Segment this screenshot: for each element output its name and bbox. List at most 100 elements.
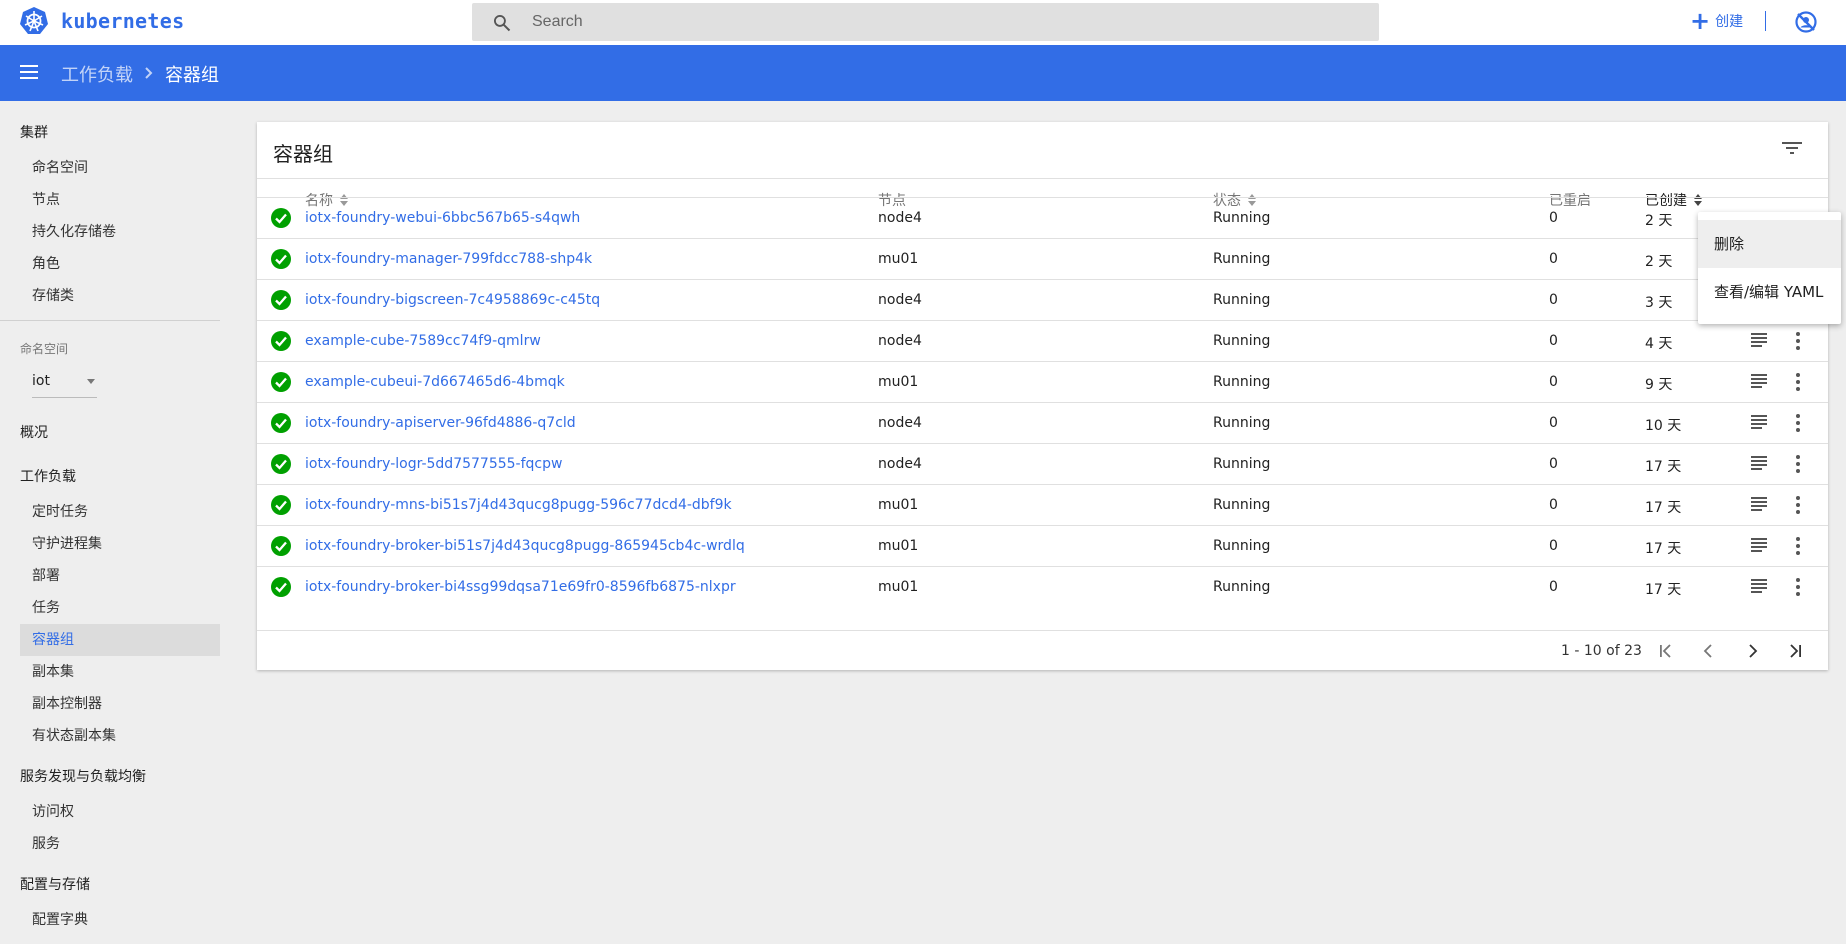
brand-name[interactable]: kubernetes xyxy=(61,9,184,33)
table-row[interactable]: iotx-foundry-logr-5dd7577555-fqcpw node4 R… xyxy=(257,443,1828,484)
sidebar-item-storage-classes[interactable]: 存储类 xyxy=(20,280,220,312)
logs-icon[interactable] xyxy=(1751,414,1769,430)
check-circle-icon xyxy=(271,495,291,515)
sidebar-item-jobs[interactable]: 任务 xyxy=(20,592,220,624)
table-row[interactable]: iotx-foundry-manager-799fdcc788-shp4k mu0… xyxy=(257,238,1828,279)
pod-restarts: 0 xyxy=(1549,579,1558,595)
check-circle-icon xyxy=(271,413,291,433)
check-circle-icon xyxy=(271,536,291,556)
sidebar-item-deployments[interactable]: 部署 xyxy=(20,560,220,592)
sidebar-item-persistent-volumes[interactable]: 持久化存储卷 xyxy=(20,216,220,248)
more-vert-icon[interactable] xyxy=(1795,331,1801,351)
pod-name-link[interactable]: iotx-foundry-mns-bi51s7j4d43qucg8pugg-59… xyxy=(305,497,732,513)
table-row[interactable]: iotx-foundry-broker-bi4ssg99dqsa71e69fr0… xyxy=(257,566,1828,607)
sidebar-item-configmaps[interactable]: 配置字典 xyxy=(20,904,220,936)
pod-name-link[interactable]: example-cubeui-7d667465d6-4bmqk xyxy=(305,374,565,390)
pod-name-link[interactable]: iotx-foundry-broker-bi4ssg99dqsa71e69fr0… xyxy=(305,579,736,595)
pod-restarts: 0 xyxy=(1549,415,1558,431)
check-circle-icon xyxy=(271,331,291,351)
table-row[interactable]: example-cube-7589cc74f9-qmlrw node4 Runnin… xyxy=(257,320,1828,361)
pod-created: 17 天 xyxy=(1645,500,1682,516)
pod-restarts: 0 xyxy=(1549,374,1558,390)
sidebar-item-overview[interactable]: 概况 xyxy=(20,422,48,442)
last-page-icon[interactable] xyxy=(1786,642,1804,660)
sidebar-item-ingresses[interactable]: 访问权 xyxy=(20,796,220,828)
pod-status: Running xyxy=(1213,538,1271,554)
pod-name-link[interactable]: iotx-foundry-apiserver-96fd4886-q7cld xyxy=(305,415,576,431)
pod-node: node4 xyxy=(878,292,922,308)
pod-node: mu01 xyxy=(878,579,919,595)
pod-name-link[interactable]: iotx-foundry-manager-799fdcc788-shp4k xyxy=(305,251,592,267)
search-bar[interactable] xyxy=(472,3,1379,41)
pod-restarts: 0 xyxy=(1549,292,1558,308)
sidebar-item-replicasets[interactable]: 副本集 xyxy=(20,656,220,688)
create-button[interactable]: + 创建 xyxy=(1690,7,1744,35)
pod-status: Running xyxy=(1213,210,1271,226)
more-vert-icon[interactable] xyxy=(1795,536,1801,556)
table-row[interactable]: iotx-foundry-mns-bi51s7j4d43qucg8pugg-59… xyxy=(257,484,1828,525)
sidebar-heading-config[interactable]: 配置与存储 xyxy=(20,874,90,894)
logs-icon[interactable] xyxy=(1751,537,1769,553)
sidebar-item-pods[interactable]: 容器组 xyxy=(20,624,220,656)
pod-name-link[interactable]: iotx-foundry-webui-6bbc567b65-s4qwh xyxy=(305,210,580,226)
more-vert-icon[interactable] xyxy=(1795,577,1801,597)
namespace-select[interactable]: iot xyxy=(32,363,97,398)
menu-icon[interactable] xyxy=(20,64,40,80)
pod-restarts: 0 xyxy=(1549,538,1558,554)
more-vert-icon[interactable] xyxy=(1795,372,1801,392)
pagination-range: 1 - 10 of 23 xyxy=(1561,643,1642,659)
sidebar-heading-cluster[interactable]: 集群 xyxy=(20,122,48,142)
sidebar-item-daemonsets[interactable]: 守护进程集 xyxy=(20,528,220,560)
sidebar-item-services[interactable]: 服务 xyxy=(20,828,220,860)
more-vert-icon[interactable] xyxy=(1795,495,1801,515)
namespace-label: 命名空间 xyxy=(20,342,69,356)
prev-page-icon[interactable] xyxy=(1700,642,1718,660)
user-off-icon[interactable] xyxy=(1794,10,1818,34)
sidebar-heading-workloads[interactable]: 工作负载 xyxy=(20,466,76,486)
pod-status: Running xyxy=(1213,579,1271,595)
pod-created: 4 天 xyxy=(1645,336,1673,352)
pod-status: Running xyxy=(1213,456,1271,472)
pod-name-link[interactable]: iotx-foundry-bigscreen-7c4958869c-c45tq xyxy=(305,292,600,308)
pagination: 1 - 10 of 23 xyxy=(257,630,1828,670)
check-circle-icon xyxy=(271,249,291,269)
pod-name-link[interactable]: iotx-foundry-broker-bi51s7j4d43qucg8pugg… xyxy=(305,538,745,554)
logs-icon[interactable] xyxy=(1751,373,1769,389)
logs-icon[interactable] xyxy=(1751,496,1769,512)
logs-icon[interactable] xyxy=(1751,332,1769,348)
sidebar-heading-discovery[interactable]: 服务发现与负载均衡 xyxy=(20,766,146,786)
sidebar-item-replication-controllers[interactable]: 副本控制器 xyxy=(20,688,220,720)
sidebar-item-namespaces[interactable]: 命名空间 xyxy=(20,152,220,184)
sidebar-item-cronjobs[interactable]: 定时任务 xyxy=(20,496,220,528)
pod-created: 3 天 xyxy=(1645,295,1673,311)
pod-created: 2 天 xyxy=(1645,213,1673,229)
sidebar-item-nodes[interactable]: 节点 xyxy=(20,184,220,216)
check-circle-icon xyxy=(271,208,291,228)
pod-name-link[interactable]: example-cube-7589cc74f9-qmlrw xyxy=(305,333,541,349)
logs-icon[interactable] xyxy=(1751,578,1769,594)
logs-icon[interactable] xyxy=(1751,455,1769,471)
filter-icon[interactable] xyxy=(1782,140,1802,156)
breadcrumb-current: 容器组 xyxy=(165,65,219,86)
pod-name-link[interactable]: iotx-foundry-logr-5dd7577555-fqcpw xyxy=(305,456,562,472)
menu-item-delete[interactable]: 删除 xyxy=(1698,220,1841,268)
table-row[interactable]: iotx-foundry-broker-bi51s7j4d43qucg8pugg… xyxy=(257,525,1828,566)
top-bar: kubernetes + 创建 xyxy=(0,0,1846,45)
more-vert-icon[interactable] xyxy=(1795,413,1801,433)
sidebar-item-roles[interactable]: 角色 xyxy=(20,248,220,280)
sidebar-item-statefulsets[interactable]: 有状态副本集 xyxy=(20,720,220,752)
plus-icon: + xyxy=(1690,7,1711,35)
menu-item-edit-yaml[interactable]: 查看/编辑 YAML xyxy=(1698,268,1841,316)
more-vert-icon[interactable] xyxy=(1795,454,1801,474)
table-row[interactable]: example-cubeui-7d667465d6-4bmqk mu01 Runni… xyxy=(257,361,1828,402)
next-page-icon[interactable] xyxy=(1743,642,1761,660)
search-input[interactable] xyxy=(532,3,1352,41)
first-page-icon[interactable] xyxy=(1657,642,1675,660)
kubernetes-logo[interactable] xyxy=(19,6,49,36)
table-row[interactable]: iotx-foundry-apiserver-96fd4886-q7cld nod… xyxy=(257,402,1828,443)
table-row[interactable]: iotx-foundry-webui-6bbc567b65-s4qwh node4… xyxy=(257,197,1828,238)
breadcrumb-parent[interactable]: 工作负载 xyxy=(61,61,133,87)
pod-node: mu01 xyxy=(878,538,919,554)
table-row[interactable]: iotx-foundry-bigscreen-7c4958869c-c45tq n… xyxy=(257,279,1828,320)
create-label: 创建 xyxy=(1715,14,1744,30)
